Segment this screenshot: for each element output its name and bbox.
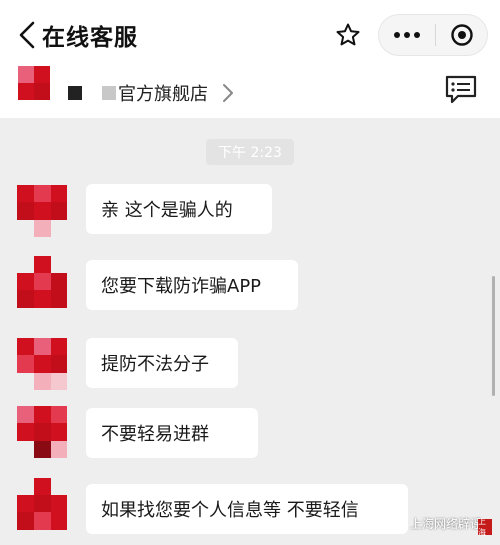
message-bubble: 您要下载防诈骗APP	[86, 260, 298, 310]
favorite-button[interactable]	[330, 16, 366, 54]
shop-header[interactable]: 官方旗舰店	[0, 66, 500, 118]
close-button[interactable]	[436, 15, 488, 55]
mini-program-capsule	[378, 14, 488, 56]
chevron-left-icon	[19, 21, 35, 49]
page-title: 在线客服	[42, 25, 138, 51]
watermark-seal: 上海	[478, 517, 492, 537]
message-text: 亲 这个是骗人的	[101, 200, 233, 221]
wechat-icon	[392, 516, 408, 528]
agent-avatar[interactable]	[17, 185, 67, 237]
agent-avatar[interactable]	[17, 406, 67, 458]
agent-avatar[interactable]	[17, 338, 67, 390]
target-close-icon	[451, 24, 473, 46]
more-button[interactable]	[379, 15, 435, 55]
top-nav-bar: 在线客服	[0, 0, 500, 66]
shop-name: 官方旗舰店	[118, 84, 208, 105]
watermark-text: 上海网络辟谣	[410, 517, 483, 531]
star-outline-icon	[336, 23, 360, 46]
redacted-block	[102, 86, 116, 100]
message-bubble: 亲 这个是骗人的	[86, 184, 272, 234]
agent-avatar[interactable]	[17, 478, 67, 530]
back-button[interactable]	[16, 20, 38, 50]
message-list-button[interactable]	[444, 74, 478, 110]
message-text: 如果找您要个人信息等 不要轻信	[101, 500, 359, 521]
message-bubble: 不要轻易进群	[86, 408, 258, 458]
redacted-block	[68, 86, 82, 100]
shop-avatar	[18, 66, 50, 100]
more-dots-icon	[394, 32, 420, 38]
message-text: 提防不法分子	[101, 354, 209, 375]
message-list-icon	[445, 75, 477, 104]
message-bubble: 提防不法分子	[86, 338, 238, 388]
agent-avatar[interactable]	[17, 256, 67, 308]
message-text: 不要轻易进群	[101, 424, 209, 445]
message-bubble: 如果找您要个人信息等 不要轻信	[86, 484, 408, 534]
chat-scrollbar[interactable]	[492, 276, 495, 396]
watermark: 上海网络辟谣 上海	[392, 513, 500, 545]
time-divider: 下午 2:23	[206, 139, 294, 165]
chevron-right-icon	[223, 84, 233, 102]
message-text: 您要下载防诈骗APP	[101, 276, 262, 297]
